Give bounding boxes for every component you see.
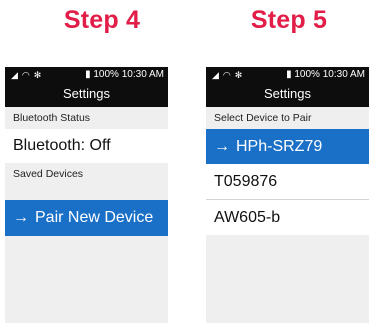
clock: 10:30 AM	[121, 69, 164, 80]
section-saved-devices: Saved Devices	[5, 163, 168, 185]
phone-screen-step-5: ◢ ◠ ✻ ▮ 100% 10:30 AM Settings Select De…	[206, 67, 369, 323]
bluetooth-toggle-row[interactable]: Bluetooth: Off	[5, 129, 168, 163]
header-title: Settings	[206, 83, 369, 107]
arrow-right-icon: →	[214, 137, 230, 155]
device-row-hph-srz79[interactable]: → HPh-SRZ79	[206, 129, 369, 164]
arrow-right-icon: →	[13, 209, 29, 226]
device-label: AW605-b	[214, 208, 281, 226]
section-select-device: Select Device to Pair	[206, 107, 369, 129]
header-title: Settings	[5, 83, 168, 107]
bluetooth-toggle-label: Bluetooth: Off	[13, 137, 111, 154]
wifi-icon: ◠	[222, 70, 231, 80]
device-label: HPh-SRZ79	[236, 137, 323, 155]
pair-new-device-row[interactable]: → Pair New Device	[5, 200, 168, 236]
device-row-t059876[interactable]: T059876	[206, 164, 369, 199]
signal-icon: ◢	[212, 70, 219, 80]
battery-level: 100%	[294, 69, 320, 80]
section-bluetooth-status: Bluetooth Status	[5, 107, 168, 129]
bluetooth-icon: ✻	[234, 70, 243, 80]
status-icons: ◢ ◠ ✻	[11, 67, 41, 83]
battery-icon: ▮	[85, 69, 91, 80]
status-icons: ◢ ◠ ✻	[212, 67, 242, 83]
device-row-aw605-b[interactable]: AW605-b	[206, 200, 369, 235]
bluetooth-icon: ✻	[33, 70, 42, 80]
battery-level: 100%	[93, 69, 119, 80]
status-right: ▮ 100% 10:30 AM	[286, 67, 365, 83]
pair-new-device-label: Pair New Device	[35, 209, 154, 226]
status-right: ▮ 100% 10:30 AM	[85, 67, 164, 83]
battery-icon: ▮	[286, 69, 292, 80]
status-bar: ◢ ◠ ✻ ▮ 100% 10:30 AM	[206, 67, 369, 83]
step-5-title: Step 5	[250, 6, 328, 34]
status-bar: ◢ ◠ ✻ ▮ 100% 10:30 AM	[5, 67, 168, 83]
phone-screen-step-4: ◢ ◠ ✻ ▮ 100% 10:30 AM Settings Bluetooth…	[5, 67, 168, 323]
device-label: T059876	[214, 172, 278, 190]
wifi-icon: ◠	[21, 70, 30, 80]
signal-icon: ◢	[11, 70, 18, 80]
clock: 10:30 AM	[322, 69, 365, 80]
step-4-title: Step 4	[63, 6, 141, 34]
